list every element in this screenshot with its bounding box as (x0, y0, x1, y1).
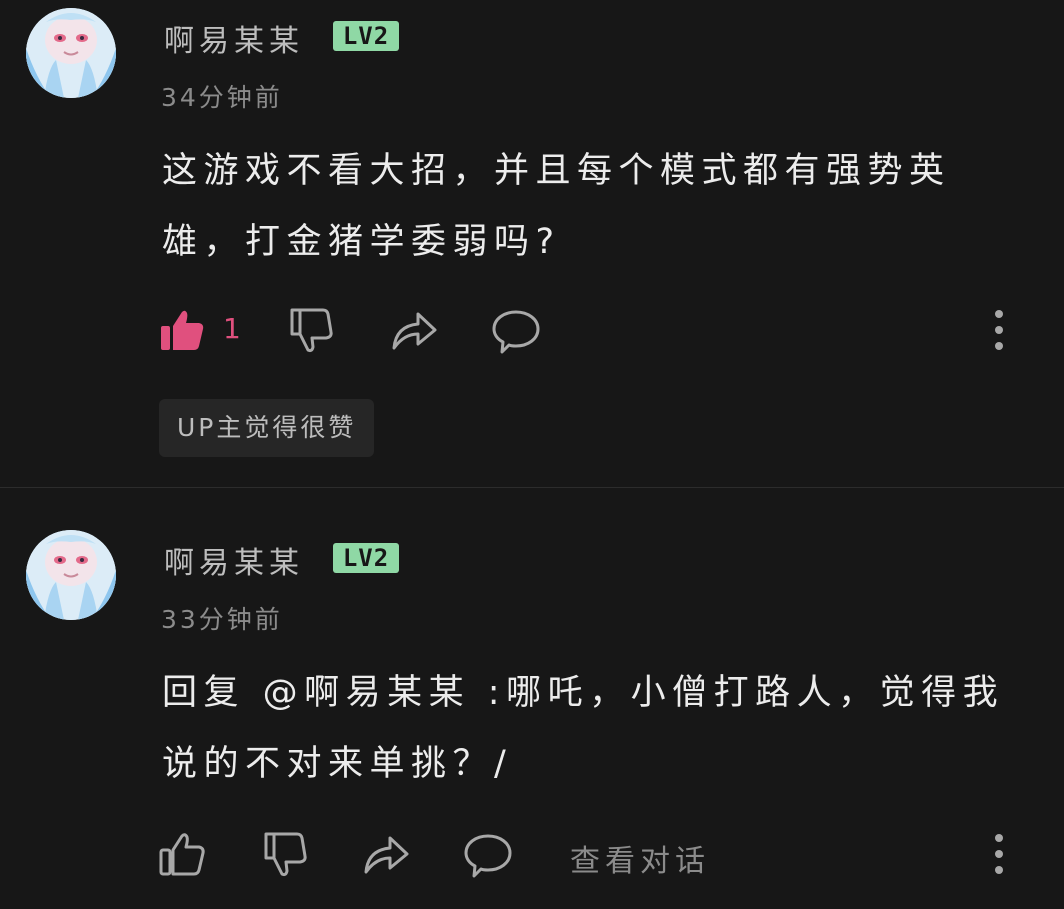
like-count: 1 (223, 312, 241, 345)
level-badge: LV2 (333, 543, 399, 573)
comment-icon[interactable] (492, 306, 540, 354)
reply-prefix: 回复 (162, 673, 263, 713)
timestamp: 34分钟前 (161, 83, 283, 112)
more-vertical-icon[interactable] (984, 308, 1014, 352)
timestamp: 33分钟前 (161, 605, 283, 634)
share-icon[interactable] (362, 830, 410, 878)
comment-actions: 查看对话 (0, 824, 1064, 884)
avatar[interactable] (26, 530, 116, 620)
avatar[interactable] (26, 8, 116, 98)
up-liked-badge: UP主觉得很赞 (159, 399, 375, 457)
comment-actions: 1 (0, 300, 1064, 360)
view-conversation-link[interactable]: 查看对话 (570, 836, 710, 880)
more-vertical-icon[interactable] (984, 832, 1014, 876)
share-icon[interactable] (390, 306, 438, 354)
mention-link[interactable]: @啊易某某 (263, 673, 471, 713)
thumbs-down-icon[interactable] (288, 306, 336, 354)
comment-text: 回复 @啊易某某 :哪吒，小僧打路人，觉得我说的不对来单挑？/ (162, 658, 1022, 800)
thumbs-up-icon[interactable] (158, 830, 206, 878)
comment-item: 啊易某某 LV2 33分钟前 回复 @啊易某某 :哪吒，小僧打路人，觉得我说的不… (0, 488, 1064, 909)
comment-icon[interactable] (464, 830, 512, 878)
comment-item: 啊易某某 LV2 34分钟前 这游戏不看大招，并且每个模式都有强势英雄，打金猪学… (0, 0, 1064, 487)
thumbs-up-icon[interactable] (158, 306, 206, 354)
level-badge: LV2 (333, 21, 399, 51)
comment-text: 这游戏不看大招，并且每个模式都有强势英雄，打金猪学委弱吗? (162, 151, 951, 262)
username[interactable]: 啊易某某 (164, 16, 304, 60)
thumbs-down-icon[interactable] (262, 830, 310, 878)
username[interactable]: 啊易某某 (164, 538, 304, 582)
